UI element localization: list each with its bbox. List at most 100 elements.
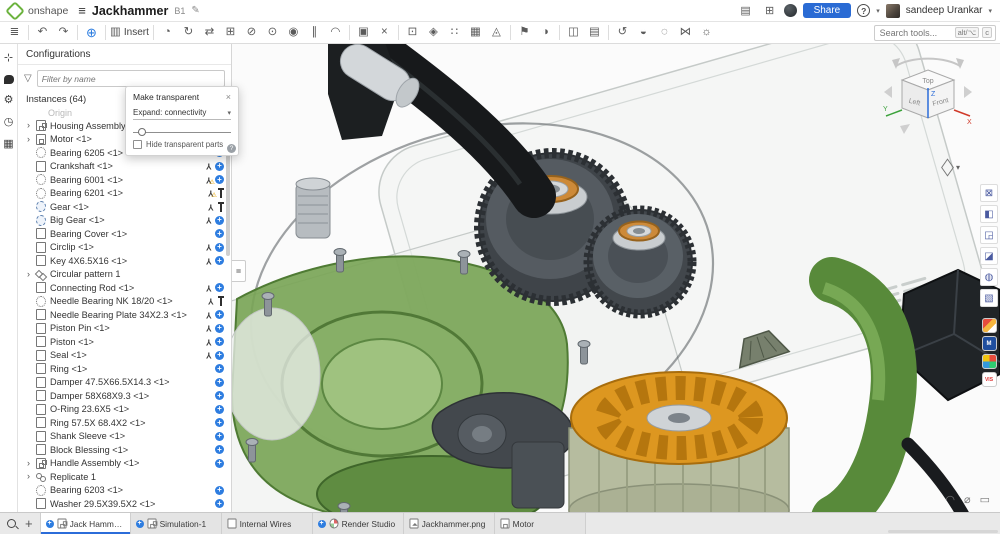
mate-badge-icon[interactable]: Y [206, 351, 212, 360]
instance-row[interactable]: Block Blessing <1>+ [18, 443, 231, 457]
cylindrical-mate-icon[interactable]: ⊘ [241, 24, 262, 42]
expand-arrow-icon[interactable]: › [27, 121, 36, 130]
float-badge-icon[interactable]: + [215, 216, 224, 225]
instance-row[interactable]: ›Circular pattern 1 [18, 268, 231, 282]
interference-icon[interactable]: ⋈ [675, 24, 696, 42]
avatar[interactable] [886, 4, 900, 18]
view-options-button[interactable]: ▾ [942, 162, 960, 173]
search-tools-box[interactable]: alt/⌥ c [874, 25, 996, 41]
user-caret-icon[interactable]: ▾ [988, 7, 992, 15]
mate-badge-icon[interactable]: Y [206, 324, 212, 333]
help-icon[interactable]: ? [857, 4, 870, 17]
redo-icon[interactable]: ↷ [53, 24, 74, 42]
tab-simulation-1[interactable]: +Simulation-1 [131, 513, 222, 534]
revolute-mate-icon[interactable]: ↻ [178, 24, 199, 42]
transparency-slider[interactable] [133, 127, 231, 137]
mate-values-icon[interactable]: ⊹ [4, 53, 13, 64]
filter-input[interactable] [37, 70, 225, 87]
exploded-cubes-icon[interactable]: ◧ [980, 205, 998, 223]
bom-table-icon[interactable]: ▦ [3, 139, 13, 150]
float-badge-icon[interactable]: + [215, 229, 224, 238]
fixed-badge-icon[interactable] [217, 296, 224, 306]
expand-arrow-icon[interactable]: › [27, 459, 36, 468]
fixed-badge-icon[interactable] [217, 188, 224, 198]
selection-cubes-icon[interactable]: ◲ [980, 226, 998, 244]
planar-mate-icon[interactable]: ⊞ [220, 24, 241, 42]
undo-icon[interactable]: ↶ [32, 24, 53, 42]
fastened-mate-icon[interactable]: ◔ [157, 24, 178, 42]
instance-row[interactable]: Key 4X6.5X16 <1>Y+ [18, 254, 231, 268]
share-button[interactable]: Share [803, 3, 852, 18]
graphics-viewport[interactable]: ≣ Top Left Front Z Y X [232, 44, 1000, 512]
instance-row[interactable]: Piston Pin <1>Y+ [18, 322, 231, 336]
instance-row[interactable]: Needle Bearing Plate 34X2.3 <1>Y+ [18, 308, 231, 322]
mate-badge-icon[interactable]: Y [208, 297, 214, 306]
instance-row[interactable]: Ring <1>+ [18, 362, 231, 376]
expand-dropdown[interactable]: Expand: connectivity ▾ [133, 108, 231, 120]
ruler-icon[interactable]: ▭ [980, 495, 990, 506]
float-badge-icon[interactable]: + [215, 499, 224, 508]
mate-badge-icon[interactable]: Y [208, 203, 214, 212]
instance-row[interactable]: Washer 29.5X39.5X2 <1>+ [18, 497, 231, 511]
appearance-icon[interactable]: ◒ [633, 24, 654, 42]
main-menu-icon[interactable]: ≡ [78, 3, 86, 18]
instance-row[interactable]: Bearing 6201 <1>Y⚠ [18, 187, 231, 201]
instance-row[interactable]: Bearing Cover <1>+ [18, 227, 231, 241]
learning-center-icon[interactable] [784, 4, 797, 17]
instance-row[interactable]: ›Replicate 1 [18, 470, 231, 484]
section-cut-icon[interactable]: ◪ [980, 247, 998, 265]
tangent-mate-icon[interactable]: ◠ [325, 24, 346, 42]
replicate-icon[interactable]: ⊡ [402, 24, 423, 42]
instance-row[interactable]: Shank Sleeve <1>+ [18, 430, 231, 444]
instance-row[interactable]: Needle Bearing NK 18/20 <1>Y [18, 295, 231, 309]
instance-row[interactable]: Damper 47.5X66.5X14.3 <1>+ [18, 376, 231, 390]
named-positions-icon[interactable]: ⚑ [514, 24, 535, 42]
user-name[interactable]: sandeep Urankar [906, 5, 983, 16]
float-badge-icon[interactable]: + [215, 243, 224, 252]
float-badge-icon[interactable]: + [215, 445, 224, 454]
instance-row[interactable]: ›Handle Assembly <1>+ [18, 457, 231, 471]
instance-row[interactable]: Bearing 6001 <1>Y⚠+ [18, 173, 231, 187]
close-icon[interactable]: × [226, 92, 231, 102]
float-badge-icon[interactable]: + [215, 486, 224, 495]
bom-icon[interactable]: ▦ [465, 24, 486, 42]
help-caret-icon[interactable]: ▾ [876, 7, 880, 15]
instance-row[interactable]: Big Gear <1>Y+ [18, 214, 231, 228]
fixed-badge-icon[interactable] [217, 202, 224, 212]
instance-row[interactable]: Circlip <1>Y+ [18, 241, 231, 255]
instance-row[interactable]: Piston <1>Y+ [18, 335, 231, 349]
tabbar-scrollbar[interactable] [888, 530, 998, 533]
mate-badge-icon[interactable]: Y [206, 284, 212, 293]
exploded-view-icon[interactable]: ◬ [486, 24, 507, 42]
expand-arrow-icon[interactable]: › [27, 135, 36, 144]
slider-mate-icon[interactable]: ⇄ [199, 24, 220, 42]
float-badge-icon[interactable]: + [215, 283, 224, 292]
comments-icon[interactable] [4, 75, 14, 84]
parallel-mate-icon[interactable]: ∥ [304, 24, 325, 42]
seal-tool-icon[interactable]: ◌ [654, 24, 675, 42]
instance-row[interactable]: Crankshaft <1>Y+ [18, 160, 231, 174]
configurations-header[interactable]: Configurations [18, 44, 231, 65]
search-tools-input[interactable] [878, 27, 952, 39]
view-cube[interactable]: Top Left Front Z Y X [882, 52, 974, 138]
tab-jackhammer-png[interactable]: Jackhammer.png [404, 513, 495, 534]
mate-badge-icon[interactable]: Y [206, 162, 212, 171]
appearance-globe-icon[interactable]: ◍ [980, 268, 998, 286]
float-badge-icon[interactable]: + [215, 364, 224, 373]
float-badge-icon[interactable]: + [215, 459, 224, 468]
snap-mode-icon[interactable]: ◈ [423, 24, 444, 42]
float-badge-icon[interactable]: + [215, 405, 224, 414]
isolate-icon[interactable]: ⊠ [980, 184, 998, 202]
simulation-icon[interactable]: ☼ [696, 24, 717, 42]
document-title[interactable]: Jackhammer [92, 4, 168, 18]
panel-collapse-handle[interactable]: ≣ [232, 260, 246, 282]
caliper-icon[interactable]: ⌀ [964, 495, 971, 506]
ball-mate-icon[interactable]: ◉ [283, 24, 304, 42]
float-badge-icon[interactable]: + [215, 162, 224, 171]
instance-row[interactable]: Connecting Rod <1>Y+ [18, 281, 231, 295]
slider-knob[interactable] [138, 128, 146, 136]
section-view-icon[interactable]: ◫ [563, 24, 584, 42]
group-icon[interactable]: ▣ [353, 24, 374, 42]
pin-slot-mate-icon[interactable]: ⊙ [262, 24, 283, 42]
instance-row[interactable]: Damper 58X68X9.3 <1>+ [18, 389, 231, 403]
